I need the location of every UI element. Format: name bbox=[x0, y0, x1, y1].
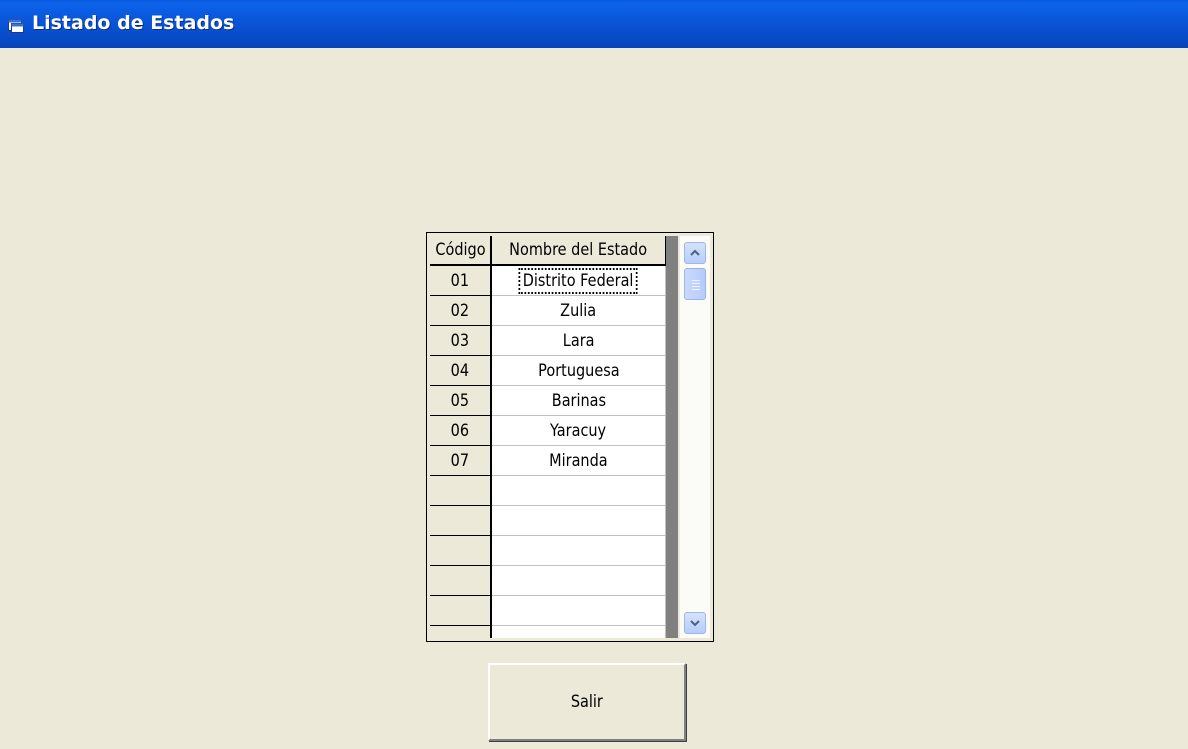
table-row[interactable] bbox=[430, 536, 666, 566]
cell-code[interactable] bbox=[430, 626, 492, 638]
title-bar[interactable]: Listado de Estados bbox=[0, 0, 1188, 48]
cell-code[interactable]: 02 bbox=[430, 296, 492, 326]
cell-code[interactable]: 07 bbox=[430, 446, 492, 476]
cell-state-name[interactable]: Distrito Federal bbox=[492, 266, 666, 296]
cell-code[interactable]: 01 bbox=[430, 266, 492, 296]
grid-empty-area bbox=[666, 236, 678, 638]
cell-code-text: 05 bbox=[450, 390, 470, 411]
cell-state-name-text: Miranda bbox=[549, 450, 608, 471]
vertical-scrollbar[interactable] bbox=[680, 236, 710, 638]
scroll-thumb[interactable] bbox=[684, 268, 706, 300]
cell-code-text: 02 bbox=[450, 300, 470, 321]
cell-state-name[interactable]: Miranda bbox=[492, 446, 666, 476]
cell-state-name-text: Portuguesa bbox=[537, 360, 620, 381]
cell-state-name[interactable]: Zulia bbox=[492, 296, 666, 326]
cell-code-text: 01 bbox=[450, 270, 470, 291]
table-row[interactable]: 03 Lara bbox=[430, 326, 666, 356]
scroll-down-button[interactable] bbox=[684, 612, 706, 634]
cell-code[interactable] bbox=[430, 566, 492, 596]
cell-state-name-text: Yaracuy bbox=[550, 420, 607, 441]
column-header-name[interactable]: Nombre del Estado bbox=[492, 236, 666, 266]
thumb-grip-line bbox=[692, 286, 700, 287]
cell-state-name[interactable] bbox=[492, 536, 666, 566]
column-header-code[interactable]: Código bbox=[430, 236, 492, 266]
cell-code[interactable]: 03 bbox=[430, 326, 492, 356]
cell-state-name[interactable] bbox=[492, 566, 666, 596]
thumb-grip-line bbox=[692, 289, 700, 290]
exit-button[interactable]: Salir bbox=[488, 663, 686, 741]
cell-state-name[interactable] bbox=[492, 476, 666, 506]
table-row[interactable]: 01 Distrito Federal bbox=[430, 266, 666, 296]
grid-body[interactable]: Código Nombre del Estado 01 Distrito Fede… bbox=[430, 236, 666, 638]
cell-state-name[interactable]: Yaracuy bbox=[492, 416, 666, 446]
cell-code-text: 07 bbox=[450, 450, 470, 471]
cell-code-text: 03 bbox=[450, 330, 470, 351]
table-row[interactable]: 05 Barinas bbox=[430, 386, 666, 416]
table-row[interactable]: 06 Yaracuy bbox=[430, 416, 666, 446]
table-row[interactable] bbox=[430, 506, 666, 536]
exit-button-label: Salir bbox=[570, 692, 604, 712]
window-app-icon[interactable] bbox=[8, 18, 25, 33]
table-row[interactable]: 07 Miranda bbox=[430, 446, 666, 476]
cell-state-name[interactable]: Portuguesa bbox=[492, 356, 666, 386]
grid-header-row: Código Nombre del Estado bbox=[430, 236, 666, 266]
table-row[interactable] bbox=[430, 476, 666, 506]
column-header-code-label: Código bbox=[434, 240, 486, 260]
cell-state-name-text: Lara bbox=[562, 330, 595, 351]
cell-state-name-text: Barinas bbox=[551, 390, 606, 411]
table-row[interactable]: 04 Portuguesa bbox=[430, 356, 666, 386]
states-grid[interactable]: Código Nombre del Estado 01 Distrito Fede… bbox=[426, 232, 714, 642]
cell-code[interactable] bbox=[430, 596, 492, 626]
cell-state-name[interactable] bbox=[492, 626, 666, 638]
cell-code-text: 04 bbox=[450, 360, 470, 381]
thumb-grip-line bbox=[692, 280, 700, 281]
table-row[interactable]: 02 Zulia bbox=[430, 296, 666, 326]
cell-state-name-text: Distrito Federal bbox=[518, 267, 639, 294]
cell-state-name[interactable]: Barinas bbox=[492, 386, 666, 416]
chevron-down-icon bbox=[690, 620, 700, 627]
cell-code[interactable] bbox=[430, 476, 492, 506]
window-title: Listado de Estados bbox=[32, 12, 235, 34]
thumb-grip-line bbox=[692, 283, 700, 284]
cell-code[interactable] bbox=[430, 506, 492, 536]
cell-state-name[interactable] bbox=[492, 506, 666, 536]
table-row[interactable] bbox=[430, 596, 666, 626]
cell-code[interactable]: 06 bbox=[430, 416, 492, 446]
cell-state-name[interactable] bbox=[492, 596, 666, 626]
chevron-up-icon bbox=[690, 249, 700, 256]
column-header-name-label: Nombre del Estado bbox=[509, 240, 648, 260]
scroll-up-button[interactable] bbox=[684, 242, 706, 264]
cell-code[interactable]: 05 bbox=[430, 386, 492, 416]
cell-state-name[interactable]: Lara bbox=[492, 326, 666, 356]
cell-code-text: 06 bbox=[450, 420, 470, 441]
cell-state-name-text: Zulia bbox=[560, 300, 597, 321]
cell-code[interactable] bbox=[430, 536, 492, 566]
cell-code[interactable]: 04 bbox=[430, 356, 492, 386]
table-row[interactable] bbox=[430, 626, 666, 638]
table-row[interactable] bbox=[430, 566, 666, 596]
